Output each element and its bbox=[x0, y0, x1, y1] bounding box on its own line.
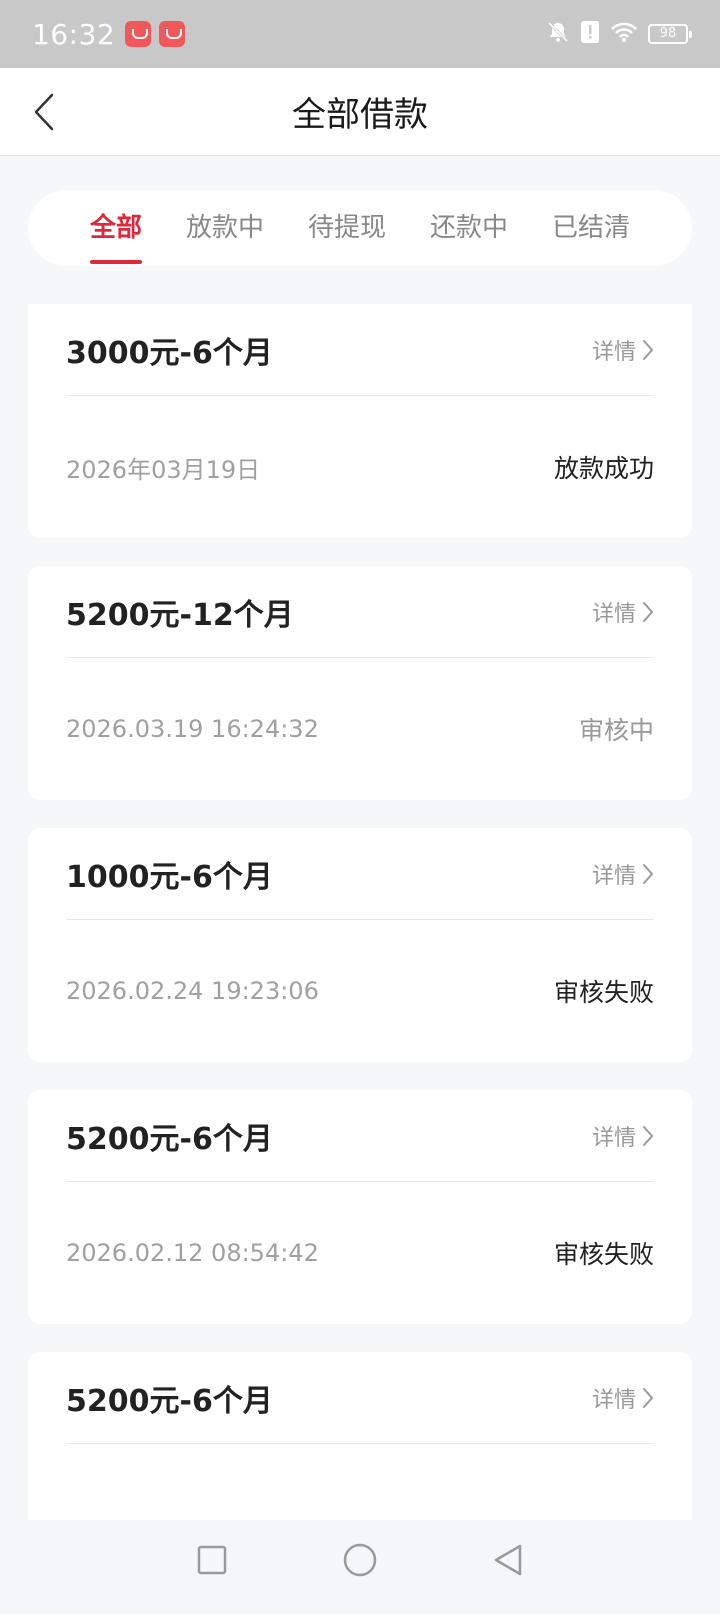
battery-icon: 98 bbox=[648, 24, 692, 44]
tab-repaying[interactable]: 还款中 bbox=[428, 190, 510, 266]
home-button[interactable] bbox=[340, 1540, 380, 1580]
loan-date: 2026年03月19日 bbox=[66, 455, 261, 484]
loan-status: 审核失败 bbox=[553, 978, 654, 1007]
recent-apps-button[interactable] bbox=[192, 1540, 232, 1580]
detail-link[interactable]: 详情 bbox=[592, 596, 654, 628]
filter-tabs: 全部 放款中 待提现 还款中 已结清 bbox=[28, 190, 692, 266]
loan-status: 放款成功 bbox=[553, 454, 654, 483]
loan-amount: 5200元-12个月 bbox=[66, 597, 294, 633]
chevron-right-icon bbox=[643, 1125, 654, 1146]
detail-link[interactable]: 详情 bbox=[592, 334, 654, 366]
tab-pending-withdrawal[interactable]: 待提现 bbox=[306, 190, 388, 266]
loan-date: 2026.03.19 16:24:32 bbox=[66, 715, 319, 743]
loan-status: 审核中 bbox=[578, 716, 654, 745]
circle-icon bbox=[343, 1543, 377, 1577]
chevron-right-icon bbox=[643, 339, 654, 360]
bell-off-icon bbox=[546, 20, 570, 48]
detail-link[interactable]: 详情 bbox=[592, 858, 654, 890]
system-back-button[interactable] bbox=[488, 1540, 528, 1580]
loan-date: 2026.02.12 08:54:42 bbox=[66, 1239, 319, 1267]
tab-disbursing[interactable]: 放款中 bbox=[184, 190, 266, 266]
chevron-right-icon bbox=[643, 601, 654, 622]
detail-label: 详情 bbox=[591, 1387, 636, 1413]
loan-card[interactable]: 5200元-6个月 详情 2026.02.12 08:54:42 审核失败 bbox=[28, 1090, 692, 1324]
loan-status: 审核失败 bbox=[553, 1240, 654, 1269]
detail-link[interactable]: 详情 bbox=[592, 1120, 654, 1152]
chevron-right-icon bbox=[643, 863, 654, 884]
detail-link[interactable]: 详情 bbox=[592, 1382, 654, 1414]
alert-icon bbox=[580, 20, 600, 48]
nav-bar: 全部借款 bbox=[0, 68, 720, 156]
status-icons: 98 bbox=[546, 20, 692, 48]
loan-card[interactable]: 1000元-6个月 详情 2026.02.24 19:23:06 审核失败 bbox=[28, 828, 692, 1062]
app-notification-icon bbox=[159, 21, 186, 47]
loan-date: 2026.02.24 19:23:06 bbox=[66, 977, 319, 1005]
loan-list: 3000元-6个月 详情 2026年03月19日 放款成功 5200元-12个月… bbox=[28, 304, 692, 1614]
loan-card[interactable]: 3000元-6个月 详情 2026年03月19日 放款成功 bbox=[28, 304, 692, 538]
back-button[interactable] bbox=[22, 90, 66, 134]
status-time: 16:32 bbox=[32, 17, 116, 51]
detail-label: 详情 bbox=[591, 339, 636, 365]
chevron-right-icon bbox=[643, 1387, 654, 1408]
square-icon bbox=[197, 1545, 227, 1575]
loan-amount: 5200元-6个月 bbox=[66, 1383, 273, 1419]
status-bar: 16:32 98 bbox=[0, 0, 720, 68]
triangle-back-icon bbox=[494, 1544, 522, 1576]
detail-label: 详情 bbox=[591, 863, 636, 889]
page-title: 全部借款 bbox=[292, 95, 428, 135]
detail-label: 详情 bbox=[591, 601, 636, 627]
chevron-left-icon bbox=[34, 93, 54, 131]
tab-all[interactable]: 全部 bbox=[88, 190, 144, 266]
system-nav-bar bbox=[0, 1520, 720, 1600]
tab-settled[interactable]: 已结清 bbox=[550, 190, 632, 266]
wifi-icon bbox=[610, 21, 638, 47]
app-notification-icon bbox=[125, 21, 152, 47]
detail-label: 详情 bbox=[591, 1125, 636, 1151]
loan-amount: 3000元-6个月 bbox=[66, 335, 273, 371]
loan-amount: 5200元-6个月 bbox=[66, 1121, 273, 1157]
loan-amount: 1000元-6个月 bbox=[66, 859, 273, 895]
loan-card[interactable]: 5200元-12个月 详情 2026.03.19 16:24:32 审核中 bbox=[28, 566, 692, 800]
